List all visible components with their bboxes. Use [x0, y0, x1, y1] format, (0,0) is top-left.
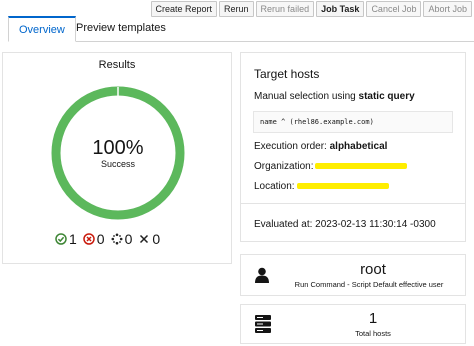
times-icon	[140, 234, 149, 244]
total-hosts-count[interactable]: 1	[281, 310, 465, 327]
success-percent: 100%	[92, 137, 144, 159]
error-circle-icon	[83, 233, 95, 245]
execution-order: Execution order: alphabetical	[254, 141, 387, 152]
total-hosts-panel: 1 Total hosts	[240, 304, 466, 344]
job-task-button[interactable]: Job Task	[316, 1, 365, 17]
location-row: Location:	[254, 181, 389, 192]
pending-count: 0	[124, 231, 133, 247]
cancelled-stat[interactable]: 0	[138, 231, 160, 247]
results-title: Results	[98, 59, 136, 71]
selection-type: static query	[358, 91, 415, 102]
cancelled-count: 0	[152, 231, 161, 247]
job-toolbar: Create Report Rerun Rerun failed Job Tas…	[150, 1, 472, 17]
effective-user-description: Run Command - Script Default effective u…	[294, 280, 444, 289]
target-hosts-panel: Target hosts Manual selection using stat…	[240, 52, 466, 242]
location-label: Location:	[254, 181, 295, 192]
organization-label: Organization:	[254, 161, 314, 172]
success-label: Success	[100, 159, 135, 169]
tab-bar: Overview Preview templates	[8, 16, 474, 42]
evaluated-at: Evaluated at: 2023-02-13 11:30:14 -0300	[254, 219, 436, 230]
evaluated-value: 2023-02-13 11:30:14 -0300	[315, 219, 436, 230]
check-circle-icon	[55, 233, 67, 245]
total-hosts-label: Total hosts	[355, 329, 391, 338]
hosts-divider	[241, 203, 465, 204]
organization-redaction	[315, 163, 408, 170]
result-stats: 1 0 0 0	[55, 231, 160, 247]
target-hosts-title: Target hosts	[254, 67, 320, 81]
abort-job-button[interactable]: Abort Job	[423, 1, 472, 17]
effective-user-name: root	[360, 261, 386, 278]
rerun-failed-button[interactable]: Rerun failed	[255, 1, 315, 17]
selection-prefix: Manual selection using	[254, 91, 359, 102]
results-panel: Results 100% Success 1 0 0 0	[2, 52, 232, 264]
failed-stat[interactable]: 0	[83, 231, 105, 247]
pending-stat[interactable]: 0	[111, 231, 133, 247]
execution-order-value: alphabetical	[329, 141, 388, 152]
succeeded-stat[interactable]: 1	[55, 231, 77, 247]
selection-description: Manual selection using static query	[254, 91, 415, 102]
tab-preview-templates[interactable]: Preview templates	[66, 16, 176, 42]
server-icon	[255, 315, 271, 333]
cancel-job-button[interactable]: Cancel Job	[366, 1, 422, 17]
effective-user-panel: root Run Command - Script Default effect…	[240, 254, 466, 296]
search-query-block: name ^ (rhel86.example.com)	[253, 111, 453, 133]
create-report-button[interactable]: Create Report	[150, 1, 218, 17]
rerun-button[interactable]: Rerun	[219, 1, 254, 17]
succeeded-count: 1	[69, 231, 77, 247]
location-redaction	[296, 183, 389, 190]
organization-row: Organization:	[254, 161, 408, 172]
execution-order-label: Execution order:	[254, 141, 330, 152]
evaluated-label: Evaluated at:	[254, 219, 316, 230]
failed-count: 0	[96, 231, 105, 247]
user-icon	[255, 267, 269, 283]
spinner-icon	[111, 233, 123, 245]
